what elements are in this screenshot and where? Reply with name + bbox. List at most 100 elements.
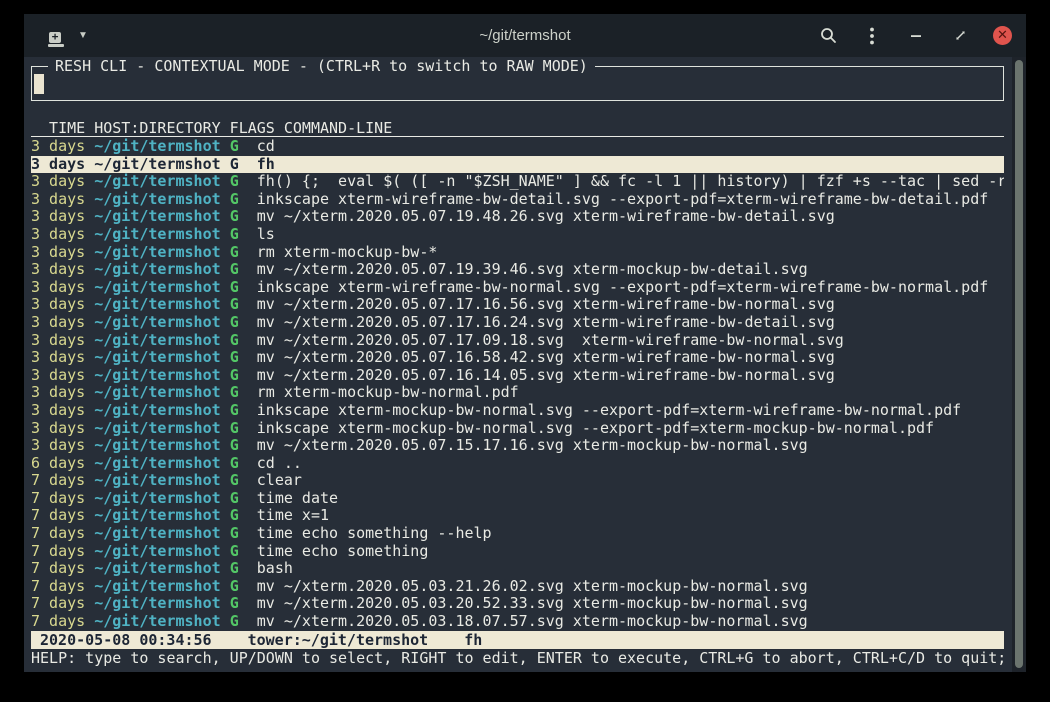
history-row[interactable]: 7 days ~/git/termshot G clear <box>31 472 1004 490</box>
menu-button[interactable] <box>861 25 883 47</box>
search-input[interactable]: RESH CLI - CONTEXTUAL MODE - (CTRL+R to … <box>31 66 1004 101</box>
row-command: bash <box>257 560 293 577</box>
history-row[interactable]: 3 days ~/git/termshot G mv ~/xterm.2020.… <box>31 332 1004 350</box>
new-tab-icon: + <box>48 32 64 47</box>
row-host: ~/git/termshot <box>94 208 220 225</box>
row-flags: G <box>230 208 239 225</box>
history-row[interactable]: 7 days ~/git/termshot G time echo someth… <box>31 525 1004 543</box>
row-host: ~/git/termshot <box>94 173 220 190</box>
row-host: ~/git/termshot <box>94 595 220 612</box>
close-icon: ✕ <box>997 29 1008 42</box>
history-row[interactable]: 3 days ~/git/termshot G mv ~/xterm.2020.… <box>31 349 1004 367</box>
history-row[interactable]: 3 days ~/git/termshot G inkscape xterm-w… <box>31 279 1004 297</box>
row-host: ~/git/termshot <box>94 314 220 331</box>
row-command: mv ~/xterm.2020.05.07.17.09.18.svg xterm… <box>257 332 844 349</box>
row-host: ~/git/termshot <box>94 226 220 243</box>
row-time: 7 days <box>31 543 85 560</box>
row-command: mv ~/xterm.2020.05.07.16.14.05.svg xterm… <box>257 367 835 384</box>
row-command: clear <box>257 472 302 489</box>
scrollbar-track[interactable] <box>1012 57 1026 672</box>
close-button[interactable]: ✕ <box>993 26 1012 45</box>
history-row[interactable]: 3 days ~/git/termshot G ls <box>31 226 1004 244</box>
row-flags: G <box>230 613 239 630</box>
row-host: ~/git/termshot <box>94 543 220 560</box>
row-time: 3 days <box>31 332 85 349</box>
row-flags: G <box>230 226 239 243</box>
history-row[interactable]: 3 days ~/git/termshot G mv ~/xterm.2020.… <box>31 437 1004 455</box>
history-row[interactable]: 3 days ~/git/termshot G inkscape xterm-m… <box>31 420 1004 438</box>
history-row[interactable]: 3 days ~/git/termshot G mv ~/xterm.2020.… <box>31 261 1004 279</box>
search-button[interactable] <box>817 25 839 47</box>
restore-icon <box>954 29 967 42</box>
history-row[interactable]: 3 days ~/git/termshot G rm xterm-mockup-… <box>31 384 1004 402</box>
row-host: ~/git/termshot <box>94 402 220 419</box>
row-time: 3 days <box>31 156 85 173</box>
history-rows: 3 days ~/git/termshot G cd3 days ~/git/t… <box>31 138 1004 631</box>
history-row[interactable]: 7 days ~/git/termshot G time x=1 <box>31 507 1004 525</box>
row-flags: G <box>230 560 239 577</box>
text-cursor <box>34 74 44 94</box>
new-tab-dropdown[interactable]: ▼ <box>78 30 88 41</box>
row-flags: G <box>230 279 239 296</box>
terminal-window: + ▼ ~/git/termshot <box>24 14 1026 672</box>
history-row[interactable]: 3 days ~/git/termshot G mv ~/xterm.2020.… <box>31 314 1004 332</box>
row-host: ~/git/termshot <box>94 613 220 630</box>
row-flags: G <box>230 525 239 542</box>
row-flags: G <box>230 261 239 278</box>
history-row[interactable]: 3 days ~/git/termshot G fh() {; eval $( … <box>31 173 1004 191</box>
row-command: fh <box>257 156 275 173</box>
row-time: 3 days <box>31 208 85 225</box>
row-time: 7 days <box>31 525 85 542</box>
row-host: ~/git/termshot <box>94 525 220 542</box>
chevron-down-icon: ▼ <box>78 30 88 41</box>
row-time: 3 days <box>31 314 85 331</box>
row-host: ~/git/termshot <box>94 420 220 437</box>
history-row[interactable]: 3 days ~/git/termshot G mv ~/xterm.2020.… <box>31 296 1004 314</box>
minimize-icon <box>910 30 922 42</box>
row-flags: G <box>230 402 239 419</box>
history-row[interactable]: 3 days ~/git/termshot G rm xterm-mockup-… <box>31 244 1004 262</box>
row-command: mv ~/xterm.2020.05.07.17.16.24.svg xterm… <box>257 314 835 331</box>
row-time: 3 days <box>31 437 85 454</box>
row-flags: G <box>230 578 239 595</box>
help-line: HELP: type to search, UP/DOWN to select,… <box>31 649 1004 667</box>
row-host: ~/git/termshot <box>94 138 220 155</box>
minimize-button[interactable] <box>905 25 927 47</box>
history-row[interactable]: 3 days ~/git/termshot G cd <box>31 138 1004 156</box>
history-row[interactable]: 7 days ~/git/termshot G time echo someth… <box>31 543 1004 561</box>
scrollbar-thumb[interactable] <box>1015 60 1023 668</box>
history-row[interactable]: 3 days ~/git/termshot G mv ~/xterm.2020.… <box>31 367 1004 385</box>
restore-button[interactable] <box>949 25 971 47</box>
history-row[interactable]: 6 days ~/git/termshot G cd .. <box>31 455 1004 473</box>
row-flags: G <box>230 173 239 190</box>
history-row[interactable]: 3 days ~/git/termshot G inkscape xterm-m… <box>31 402 1004 420</box>
row-command: rm xterm-mockup-bw-* <box>257 244 438 261</box>
history-row[interactable]: 7 days ~/git/termshot G mv ~/xterm.2020.… <box>31 613 1004 631</box>
row-command: ls <box>257 226 275 243</box>
history-row[interactable]: 7 days ~/git/termshot G mv ~/xterm.2020.… <box>31 595 1004 613</box>
row-flags: G <box>230 332 239 349</box>
status-command: fh <box>464 631 482 649</box>
row-host: ~/git/termshot <box>94 472 220 489</box>
row-host: ~/git/termshot <box>94 507 220 524</box>
history-row[interactable]: 7 days ~/git/termshot G mv ~/xterm.2020.… <box>31 578 1004 596</box>
history-row[interactable]: 3 days ~/git/termshot G mv ~/xterm.2020.… <box>31 208 1004 226</box>
row-flags: G <box>230 244 239 261</box>
row-flags: G <box>230 472 239 489</box>
row-time: 7 days <box>31 560 85 577</box>
row-flags: G <box>230 367 239 384</box>
row-command: cd .. <box>257 455 302 472</box>
row-command: inkscape xterm-wireframe-bw-normal.svg -… <box>257 279 989 296</box>
history-row[interactable]: 7 days ~/git/termshot G bash <box>31 560 1004 578</box>
row-command: mv ~/xterm.2020.05.07.17.16.56.svg xterm… <box>257 296 835 313</box>
history-row[interactable]: 3 days ~/git/termshot G inkscape xterm-w… <box>31 191 1004 209</box>
new-tab-button[interactable]: + <box>44 25 68 47</box>
row-flags: G <box>230 507 239 524</box>
row-command: mv ~/xterm.2020.05.07.16.58.42.svg xterm… <box>257 349 835 366</box>
row-command: time echo something --help <box>257 525 492 542</box>
row-time: 3 days <box>31 261 85 278</box>
row-time: 3 days <box>31 279 85 296</box>
history-row[interactable]: 3 days ~/git/termshot G fh <box>31 156 1004 174</box>
history-row[interactable]: 7 days ~/git/termshot G time date <box>31 490 1004 508</box>
row-time: 3 days <box>31 191 85 208</box>
